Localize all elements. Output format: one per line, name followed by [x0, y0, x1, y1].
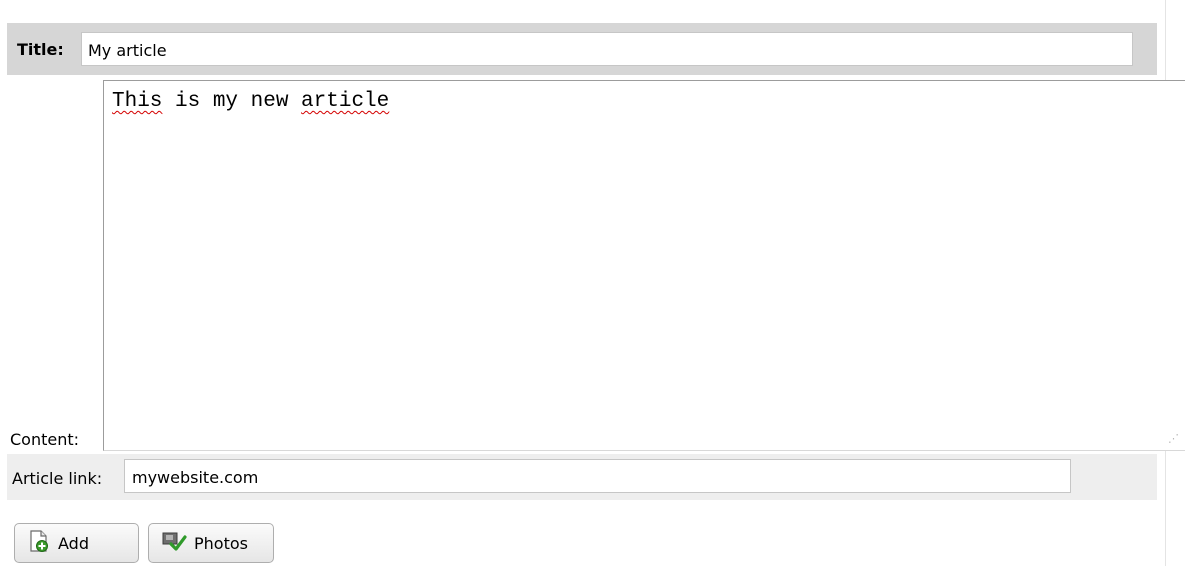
- content-text: is my new: [162, 90, 302, 113]
- content-textarea[interactable]: This is my new article ⋰: [103, 80, 1185, 451]
- add-button-label: Add: [58, 533, 89, 553]
- article-link-label: Article link:: [12, 469, 103, 488]
- misspelled-word: article: [301, 90, 390, 113]
- misspelled-word: This: [112, 90, 163, 113]
- content-label: Content:: [10, 430, 80, 449]
- article-link-row: Article link: mywebsite.com: [7, 454, 1157, 500]
- photos-check-icon: [161, 529, 194, 557]
- photos-button-label: Photos: [194, 533, 248, 553]
- photos-button[interactable]: Photos: [148, 523, 274, 563]
- add-document-icon: [27, 529, 58, 557]
- title-row: Title: My article: [7, 23, 1157, 75]
- add-button[interactable]: Add: [14, 523, 139, 563]
- title-label: Title:: [17, 40, 64, 59]
- title-input[interactable]: My article: [81, 32, 1133, 66]
- resize-grip-icon[interactable]: ⋰: [1168, 435, 1179, 446]
- article-link-input[interactable]: mywebsite.com: [124, 459, 1071, 493]
